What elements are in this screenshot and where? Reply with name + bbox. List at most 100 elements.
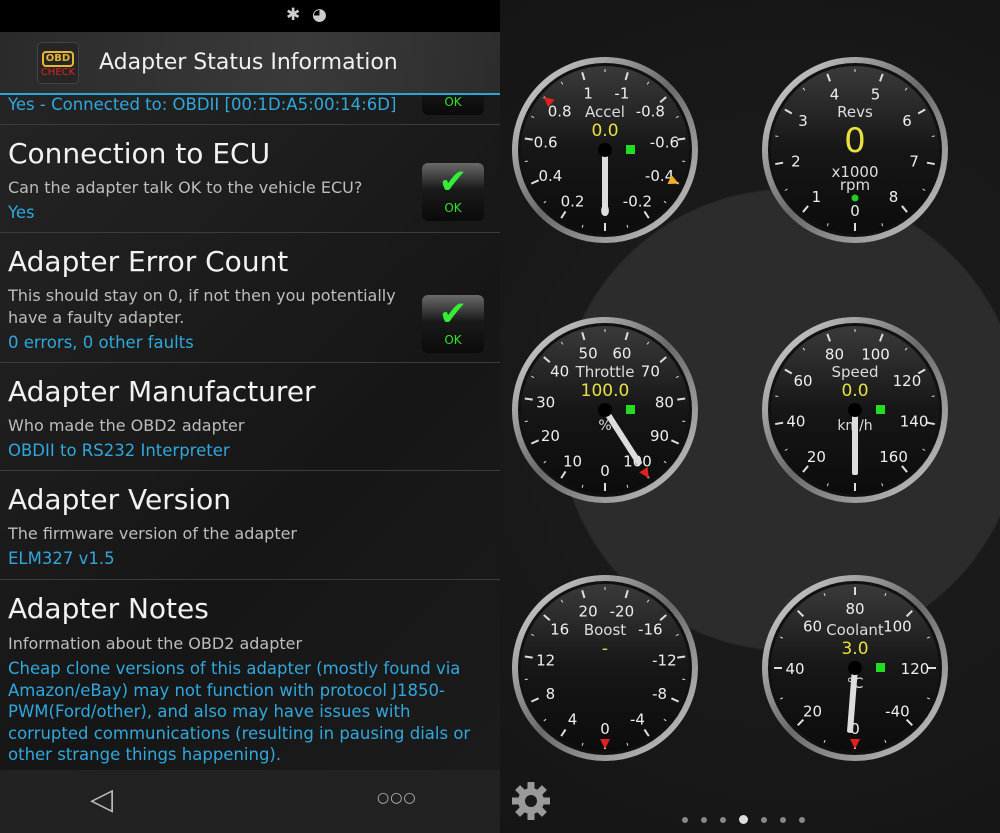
gauge-tick-label: 100 <box>883 618 912 636</box>
gauge-tick-label: 2 <box>791 152 801 170</box>
gauge-title: Coolant <box>826 621 884 639</box>
gauge-tick-label: 0 <box>600 462 610 480</box>
check-icon: ✔ <box>438 294 468 334</box>
gauge-tick <box>524 655 533 659</box>
page-dot[interactable] <box>779 817 786 823</box>
connection-value: Yes - Connected to: OBDII [00:1D:A5:00:1… <box>8 95 397 114</box>
gauge-tick-label: 40 <box>550 363 569 381</box>
row-value: OBDII to RS232 Interpreter <box>8 441 230 460</box>
gps-signal-icon: ◕ <box>312 5 327 25</box>
row-adapter-manufacturer[interactable]: Adapter Manufacturer Who made the OBD2 a… <box>0 363 500 471</box>
gauge-tick-label: 80 <box>845 600 864 618</box>
gauge-tick-label: 1 <box>812 188 822 206</box>
row-adapter-notes[interactable]: Adapter Notes Information about the OBD2… <box>0 580 500 770</box>
gauge-tick-label: -20 <box>610 602 635 620</box>
gauge-tick-label: 16 <box>550 621 569 639</box>
back-button[interactable]: ◁ <box>90 782 113 817</box>
gauge-speed[interactable]: 20406080100120140160Speed0.0km/h <box>762 317 948 503</box>
gauge-tick-label: -12 <box>652 651 677 669</box>
gauge-tick-label: 0.6 <box>534 133 558 151</box>
status-indicator-icon <box>626 405 635 414</box>
gauge-value: 0.0 <box>591 121 618 141</box>
gear-tooth <box>512 797 520 805</box>
gauge-tick-label: 80 <box>825 346 844 364</box>
gauge-tick <box>677 655 686 659</box>
gauge-tick-label: -0.2 <box>623 192 652 210</box>
page-dot[interactable] <box>738 815 748 824</box>
gauge-tick-label: 10 <box>563 452 582 470</box>
ok-badge: ✔OK <box>422 95 484 115</box>
gauge-tick-label: 60 <box>803 618 822 636</box>
row-adapter-version[interactable]: Adapter Version The firmware version of … <box>0 471 500 580</box>
gauge-value: 0 <box>844 121 866 161</box>
app-header: OBD CHECK Adapter Status Information <box>0 32 500 95</box>
row-description: Can the adapter talk OK to the vehicle E… <box>8 178 363 197</box>
gauge-tick-label: 0.4 <box>538 167 562 185</box>
gauge-tick-label: -1 <box>614 84 629 102</box>
row-value: 0 errors, 0 other faults <box>8 333 194 352</box>
gauge-revs[interactable]: 01234 5678Revs0x1000rpm <box>762 57 948 243</box>
gauge-tick-label: 4 <box>830 86 840 104</box>
connection-row[interactable]: Yes - Connected to: OBDII [00:1D:A5:00:1… <box>0 95 500 125</box>
row-description: This should stay on 0, if not then you p… <box>8 286 396 327</box>
row-description: Who made the OBD2 adapter <box>8 416 245 435</box>
gauge-title: Speed <box>831 363 878 381</box>
gauge-tick-label: 0 <box>600 720 610 738</box>
status-indicator-icon <box>626 145 635 154</box>
gear-tooth <box>527 782 535 790</box>
gauge-tick <box>524 137 533 141</box>
gauge-needle <box>852 410 858 475</box>
gauges: 00.20.40.60.81-1-0.8-0.6-0.4-0.2Accel0.0… <box>512 57 948 761</box>
gauge-tick-label: 80 <box>655 393 674 411</box>
gauge-tick-label: 40 <box>785 660 804 678</box>
gauge-tick-label: 6 <box>902 112 912 130</box>
navigation-bar: ◁ ○○○ <box>0 770 500 833</box>
gauge-tick-label: 8 <box>889 188 899 206</box>
gauge-tick-label: -0.6 <box>650 133 679 151</box>
gauge-tick-label: 12 <box>536 651 555 669</box>
gauge-value: - <box>602 639 608 659</box>
gauge-tick-label: 0.2 <box>561 192 585 210</box>
gear-tooth <box>527 812 535 820</box>
gauge-tick-label: 0 <box>850 202 860 220</box>
row-title: Adapter Manufacturer <box>8 375 316 408</box>
gauge-accel[interactable]: 00.20.40.60.81-1-0.8-0.6-0.4-0.2Accel0.0 <box>512 57 698 243</box>
row-connection-to-ecu[interactable]: Connection to ECU Can the adapter talk O… <box>0 125 500 233</box>
gauge-tick <box>775 395 779 397</box>
gauge-needle <box>602 150 608 215</box>
gauge-tick-label: 8 <box>546 685 556 703</box>
row-value: Yes <box>8 203 35 222</box>
gauge-tick <box>775 161 784 166</box>
page-title: Adapter Status Information <box>99 50 398 75</box>
page-dot[interactable] <box>798 817 805 823</box>
gauge-tick <box>931 395 935 397</box>
check-icon: ✔ <box>438 162 468 202</box>
gauge-throttle[interactable]: 0102030405060708090100Throttle100.0% <box>512 317 698 503</box>
gear-icon[interactable] <box>510 780 552 822</box>
row-description: The firmware version of the adapter <box>8 524 298 543</box>
gauge-title: Revs <box>837 103 873 121</box>
page-dot[interactable] <box>700 817 707 823</box>
gauge-tick <box>775 421 784 426</box>
row-title: Adapter Error Count <box>8 245 289 278</box>
gauge-tick-label: 0.8 <box>548 103 572 121</box>
more-options-button[interactable]: ○○○ <box>377 790 417 806</box>
page-dot[interactable] <box>760 817 767 823</box>
gauge-boost[interactable]: 0 48 12 16 20 -20-16 -12 -8 -4 Boost- <box>512 575 698 761</box>
row-adapter-error-count[interactable]: Adapter Error Count This should stay on … <box>0 233 500 363</box>
dashboard-panel: 00.20.40.60.81-1-0.8-0.6-0.4-0.2Accel0.0… <box>500 0 1000 833</box>
page-indicator[interactable] <box>675 808 811 827</box>
gauge-tick <box>775 135 779 137</box>
page-dot[interactable] <box>681 817 688 823</box>
gauge-coolant[interactable]: 020406080100120-40Coolant3.0°C <box>762 575 948 761</box>
gauge-tick-label: 140 <box>900 412 929 430</box>
gauge-title: Boost <box>584 621 626 639</box>
gauge-tick-label: 5 <box>871 86 881 104</box>
obd-check-app-icon[interactable]: OBD CHECK <box>37 42 79 84</box>
status-indicator-icon <box>876 663 885 672</box>
gauge-tick-label: 7 <box>909 152 919 170</box>
page-dot[interactable] <box>719 817 726 823</box>
gauge-title: Throttle <box>575 363 635 381</box>
gauge-tick-label: 70 <box>641 363 660 381</box>
gauge-title: Accel <box>585 103 625 121</box>
